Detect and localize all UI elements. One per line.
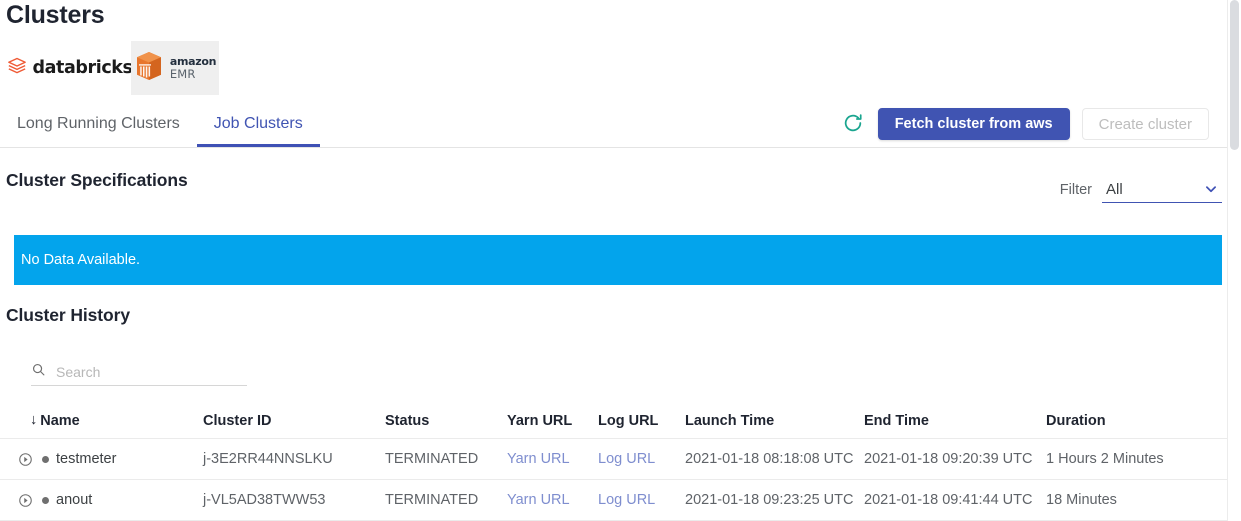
column-header-duration[interactable]: Duration — [1046, 413, 1221, 429]
scrollbar-thumb[interactable] — [1230, 0, 1239, 150]
cell-end-time: 2021-01-18 09:20:39 UTC — [864, 451, 1033, 467]
fetch-cluster-label: Fetch cluster from aws — [894, 116, 1053, 132]
fetch-cluster-button[interactable]: Fetch cluster from aws — [877, 108, 1070, 140]
refresh-button[interactable] — [840, 111, 866, 137]
filter-select[interactable]: All — [1102, 176, 1222, 203]
create-cluster-label: Create cluster — [1098, 115, 1192, 133]
provider-amazon-emr[interactable]: amazon EMR — [131, 41, 219, 95]
databricks-logo-group: databricks — [7, 56, 133, 81]
cell-cluster-id: j-3E2RR44NNSLKU — [203, 451, 333, 467]
databricks-logo-icon — [7, 56, 27, 81]
column-header-status[interactable]: Status — [385, 413, 507, 429]
sort-descending-icon: ↓ — [30, 412, 38, 429]
cell-name-label: anout — [56, 492, 93, 508]
tab-job-clusters[interactable]: Job Clusters — [196, 100, 320, 147]
column-header-yarn-url[interactable]: Yarn URL — [507, 413, 598, 429]
tab-long-running-clusters-label: Long Running Clusters — [17, 114, 180, 132]
vertical-scrollbar[interactable] — [1227, 0, 1241, 521]
filter-control: Filter All — [1060, 176, 1222, 203]
cell-name: testmeter — [0, 451, 203, 467]
tab-job-clusters-label: Job Clusters — [213, 114, 303, 132]
cluster-history-heading: Cluster History — [6, 305, 130, 325]
amazon-label: amazon — [169, 55, 217, 69]
table-row[interactable]: testmeter j-3E2RR44NNSLKU TERMINATED Yar… — [0, 439, 1227, 480]
databricks-wordmark: databricks — [32, 58, 133, 78]
cluster-specifications-heading: Cluster Specifications — [6, 170, 188, 190]
expand-row-icon[interactable] — [18, 493, 33, 508]
filter-selected-value: All — [1106, 180, 1123, 198]
cluster-history-table: ↓ Name Cluster ID Status Yarn URL Log UR… — [0, 403, 1227, 521]
status-indicator-dot — [42, 496, 49, 504]
search-box[interactable] — [31, 358, 247, 386]
tab-list: Long Running Clusters Job Clusters — [0, 100, 320, 147]
column-header-cluster-id[interactable]: Cluster ID — [203, 413, 385, 429]
cell-log-url: Log URL — [598, 451, 685, 467]
cell-launch-time: 2021-01-18 08:18:08 UTC — [685, 451, 854, 467]
cell-name: anout — [0, 492, 203, 508]
cell-duration: 18 Minutes — [1046, 492, 1117, 508]
tab-long-running-clusters[interactable]: Long Running Clusters — [0, 100, 197, 147]
cell-launch-time: 2021-01-18 09:23:25 UTC — [685, 492, 854, 508]
table-header-row: ↓ Name Cluster ID Status Yarn URL Log UR… — [0, 403, 1227, 439]
cell-yarn-url: Yarn URL — [507, 492, 598, 508]
column-header-log-url[interactable]: Log URL — [598, 413, 685, 429]
emr-label: EMR — [169, 66, 196, 81]
no-data-banner: No Data Available. — [14, 235, 1222, 285]
amazon-emr-wordmark: amazon EMR — [169, 55, 217, 81]
cell-status: TERMINATED — [385, 492, 479, 508]
column-header-name-label: Name — [40, 412, 80, 429]
table-row[interactable]: anout j-VL5AD38TWW53 TERMINATED Yarn URL… — [0, 480, 1227, 521]
yarn-url-link[interactable]: Yarn URL — [507, 492, 570, 508]
provider-databricks[interactable]: databricks — [8, 41, 133, 95]
cell-duration: 1 Hours 2 Minutes — [1046, 451, 1164, 467]
provider-selector: databricks amazon EMR — [8, 41, 219, 95]
column-header-end-time[interactable]: End Time — [864, 413, 1046, 429]
expand-row-icon[interactable] — [18, 452, 33, 467]
cell-cluster-id: j-VL5AD38TWW53 — [203, 492, 326, 508]
log-url-link[interactable]: Log URL — [598, 451, 655, 467]
cell-name-label: testmeter — [56, 451, 117, 467]
cell-log-url: Log URL — [598, 492, 685, 508]
cell-status: TERMINATED — [385, 451, 479, 467]
search-input[interactable] — [56, 363, 247, 380]
cell-end-time: 2021-01-18 09:41:44 UTC — [864, 492, 1033, 508]
amazon-emr-logo-icon — [134, 50, 164, 87]
column-header-launch-time[interactable]: Launch Time — [685, 413, 864, 429]
yarn-url-link[interactable]: Yarn URL — [507, 451, 570, 467]
log-url-link[interactable]: Log URL — [598, 492, 655, 508]
tabs-bar: Long Running Clusters Job Clusters Fetch… — [0, 100, 1227, 148]
column-header-name[interactable]: ↓ Name — [0, 413, 203, 429]
status-indicator-dot — [42, 455, 49, 463]
chevron-down-icon — [1202, 180, 1220, 203]
search-icon — [31, 362, 46, 382]
tab-actions: Fetch cluster from aws Create cluster — [840, 108, 1209, 140]
page-title: Clusters — [6, 1, 105, 29]
filter-label: Filter — [1059, 182, 1092, 198]
refresh-icon — [842, 112, 864, 137]
no-data-banner-text: No Data Available. — [21, 252, 141, 268]
clusters-page: Clusters databricks amazon EMR Long Runn… — [0, 0, 1241, 521]
amazon-emr-logo-group: amazon EMR — [134, 50, 216, 87]
cell-yarn-url: Yarn URL — [507, 451, 598, 467]
create-cluster-button[interactable]: Create cluster — [1081, 108, 1209, 140]
